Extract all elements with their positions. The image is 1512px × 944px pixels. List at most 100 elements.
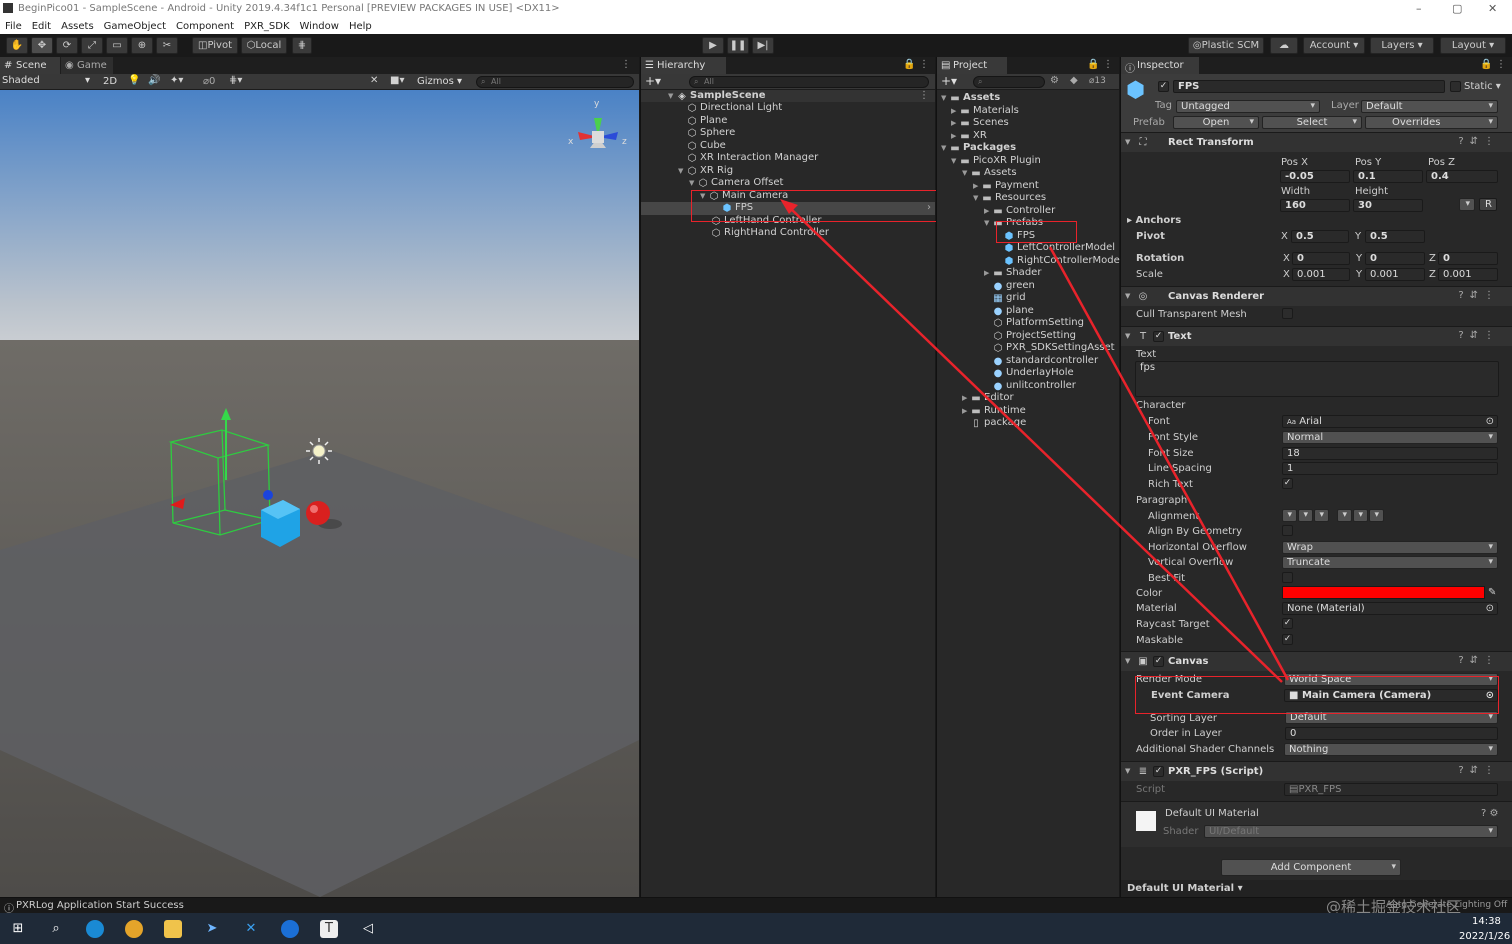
rotate-tool-button[interactable]: ⟳	[56, 37, 78, 54]
project-item-shader[interactable]: ▶ ▬ Shader	[984, 267, 1041, 280]
align-geometry-checkbox[interactable]	[1282, 525, 1293, 536]
project-item-scenes[interactable]: ▶ ▬ Scenes	[951, 117, 1009, 130]
step-button[interactable]: ▶|	[752, 37, 774, 54]
layer-dropdown[interactable]: Default	[1361, 100, 1498, 113]
typora-icon[interactable]: T	[320, 920, 338, 938]
file-explorer-icon[interactable]	[164, 920, 182, 938]
sphere-object[interactable]	[306, 501, 330, 525]
maskable-checkbox[interactable]: ✓	[1282, 634, 1293, 645]
hierarchy-item-xr-rig[interactable]: ▼ ⬡ XR Rig	[678, 165, 733, 178]
filter-label-icon[interactable]: ◆	[1070, 75, 1078, 86]
shader-channels-dropdown[interactable]: Nothing	[1284, 743, 1498, 756]
expand-arrow-icon[interactable]: ▼	[689, 177, 698, 190]
edge-browser-icon[interactable]	[86, 920, 104, 938]
rotation-z-field[interactable]: 0	[1438, 252, 1498, 265]
tag-dropdown[interactable]: Untagged	[1176, 100, 1320, 113]
filter-type-icon[interactable]: ⚙	[1050, 75, 1059, 86]
menu-edit[interactable]: Edit	[32, 21, 51, 32]
move-tool-button[interactable]: ✥	[31, 37, 53, 54]
hierarchy-search-input[interactable]: ⌕ All	[689, 76, 929, 88]
inspector-lock-icon[interactable]: 🔒 ⋮	[1480, 59, 1506, 70]
taskbar-clock-time[interactable]: 14:38	[1472, 916, 1501, 927]
project-create-button[interactable]: +▾	[941, 74, 957, 88]
local-toggle[interactable]: ⬡ Local	[241, 37, 287, 54]
project-item-pxr-sdksettingasset[interactable]: ⬡ PXR_SDKSettingAsset	[993, 342, 1115, 355]
object-picker-icon[interactable]: ⊙	[1486, 603, 1494, 614]
expand-arrow-icon[interactable]: ▼	[678, 165, 687, 178]
component-menu-icons[interactable]: ?⇵⋮	[1458, 655, 1500, 666]
maximize-button[interactable]: ▢	[1452, 2, 1462, 15]
color-swatch[interactable]	[1282, 586, 1485, 599]
audio-icon[interactable]: 🔊	[148, 75, 160, 86]
footer-preview-dropdown[interactable]: Default UI Material ▾	[1127, 883, 1243, 894]
posz-field[interactable]: 0.4	[1426, 170, 1498, 183]
posx-field[interactable]: -0.05	[1280, 170, 1350, 183]
project-item-packages[interactable]: ▼ ▬ Packages	[941, 142, 1016, 155]
component-menu-icons[interactable]: ?⇵⋮	[1458, 330, 1500, 341]
font-style-dropdown[interactable]: Normal	[1282, 431, 1498, 444]
component-menu-icons[interactable]: ?⇵⋮	[1458, 765, 1500, 776]
project-item-controller[interactable]: ▶ ▬ Controller	[984, 205, 1055, 218]
height-field[interactable]: 30	[1353, 199, 1423, 212]
project-item-unlitcontroller[interactable]: ● unlitcontroller	[993, 380, 1076, 393]
status-message[interactable]: PXRLog Application Start Success	[16, 900, 184, 911]
expand-arrow-icon[interactable]: ▼	[962, 167, 971, 180]
project-item-rightcontrollermodel[interactable]: ⬢ RightControllerModel	[1004, 255, 1123, 268]
hierarchy-item-righthand-controller[interactable]: ⬡ RightHand Controller	[711, 227, 829, 240]
project-item-plane[interactable]: ● plane	[993, 305, 1034, 318]
align-bottom-button[interactable]	[1369, 509, 1384, 522]
project-item-grid[interactable]: ▦ grid	[993, 292, 1025, 305]
transform-tool-button[interactable]: ⊕	[131, 37, 153, 54]
canvas-component-header[interactable]: ▼ ▣ ✓ Canvas ?⇵⋮	[1121, 651, 1512, 671]
camera-icon[interactable]: ■▾	[390, 75, 404, 86]
object-picker-icon[interactable]: ⊙	[1486, 416, 1494, 427]
menu-help[interactable]: Help	[349, 21, 372, 32]
expand-arrow-icon[interactable]: ▶	[951, 117, 960, 130]
prefab-select-button[interactable]: Select	[1262, 116, 1362, 129]
hierarchy-item-xr-interaction-manager[interactable]: ⬡ XR Interaction Manager	[687, 152, 819, 165]
pivot-x-field[interactable]: 0.5	[1291, 230, 1349, 243]
project-item-underlayhole[interactable]: ● UnderlayHole	[993, 367, 1074, 380]
project-item-leftcontrollermodel[interactable]: ⬢ LeftControllerModel	[1004, 242, 1115, 255]
cull-transparent-checkbox[interactable]	[1282, 308, 1293, 319]
hierarchy-create-button[interactable]: +▾	[645, 74, 661, 88]
menu-assets[interactable]: Assets	[61, 21, 94, 32]
rotation-x-field[interactable]: 0	[1292, 252, 1350, 265]
prefab-open-button[interactable]: Open	[1173, 116, 1259, 129]
script-enabled-checkbox[interactable]: ✓	[1153, 766, 1164, 777]
object-name-field[interactable]: FPS	[1173, 80, 1445, 93]
rect-tool-button[interactable]: ▭	[106, 37, 128, 54]
font-field[interactable]: Aa Arial ⊙	[1282, 415, 1498, 428]
terminal-icon[interactable]: ➤	[203, 920, 221, 938]
hierarchy-item-plane[interactable]: ⬡ Plane	[687, 115, 728, 128]
blueprint-mode-button[interactable]	[1459, 198, 1475, 211]
active-checkbox[interactable]: ✓	[1158, 81, 1169, 92]
scale-x-field[interactable]: 0.001	[1292, 268, 1350, 281]
script-component-header[interactable]: ▼ ≣ ✓ PXR_FPS (Script) ?⇵⋮	[1121, 761, 1512, 781]
project-item-materials[interactable]: ▶ ▬ Materials	[951, 105, 1019, 118]
scene-menu-icon[interactable]: ⋮	[919, 90, 929, 101]
project-lock-icon[interactable]: 🔒 ⋮	[1087, 59, 1113, 70]
expand-arrow-icon[interactable]: ▼	[941, 92, 950, 105]
component-menu-icons[interactable]: ?⇵⋮	[1458, 290, 1500, 301]
layers-dropdown[interactable]: Layers ▾	[1370, 37, 1434, 54]
scene-search-input[interactable]: ⌕ All	[476, 76, 634, 88]
text-content-area[interactable]: fps	[1135, 361, 1499, 397]
vscode-icon[interactable]: ✕	[242, 920, 260, 938]
effects-icon[interactable]: ✦▾	[170, 75, 183, 86]
menu-pxr-sdk[interactable]: PXR_SDK	[244, 21, 289, 32]
align-middle-button[interactable]	[1353, 509, 1368, 522]
project-item-standardcontroller[interactable]: ● standardcontroller	[993, 355, 1098, 368]
expand-arrow-icon[interactable]: ▶	[973, 180, 982, 193]
align-right-button[interactable]	[1314, 509, 1329, 522]
menu-file[interactable]: File	[5, 21, 22, 32]
hierarchy-item-camera-offset[interactable]: ▼ ⬡ Camera Offset	[689, 177, 783, 190]
project-item-projectsetting[interactable]: ⬡ ProjectSetting	[993, 330, 1076, 343]
project-item-plugin-assets[interactable]: ▼ ▬ Assets	[962, 167, 1017, 180]
hierarchy-item-directional-light[interactable]: ⬡ Directional Light	[687, 102, 783, 115]
scale-tool-button[interactable]: ⤢	[81, 37, 103, 54]
pivot-toggle[interactable]: ◫ Pivot	[192, 37, 238, 54]
posy-field[interactable]: 0.1	[1353, 170, 1423, 183]
project-item-platformsetting[interactable]: ⬡ PlatformSetting	[993, 317, 1084, 330]
eyedropper-icon[interactable]: ✎	[1488, 587, 1496, 598]
